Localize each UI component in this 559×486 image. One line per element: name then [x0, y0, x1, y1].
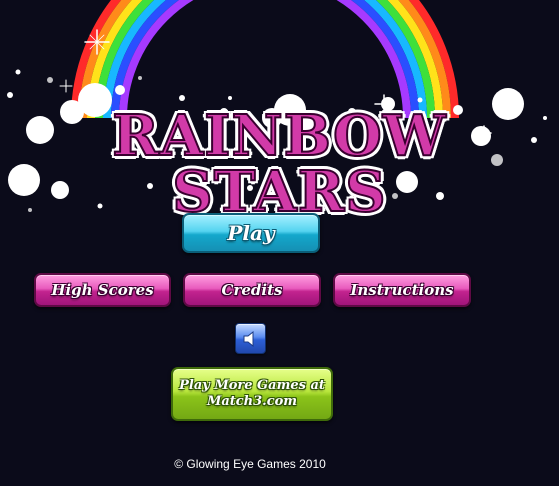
play-button[interactable]: Play: [182, 213, 320, 253]
speaker-icon: [243, 330, 253, 347]
copyright-text: © Glowing Eye Games 2010: [174, 457, 326, 471]
game-title: RAINBOW STARS: [111, 103, 447, 225]
more-games-line2: Match3.com: [206, 394, 298, 409]
credits-button[interactable]: Credits: [183, 273, 321, 307]
high-scores-button[interactable]: High Scores: [34, 273, 171, 307]
sound-toggle-button[interactable]: [235, 323, 266, 354]
game-screen: RAINBOW STARS Play High Scores Credits I…: [0, 0, 559, 486]
more-games-button[interactable]: Play More Games at Match3.com: [171, 367, 333, 421]
instructions-button[interactable]: Instructions: [333, 273, 471, 307]
more-games-line1: Play More Games at: [179, 377, 325, 393]
